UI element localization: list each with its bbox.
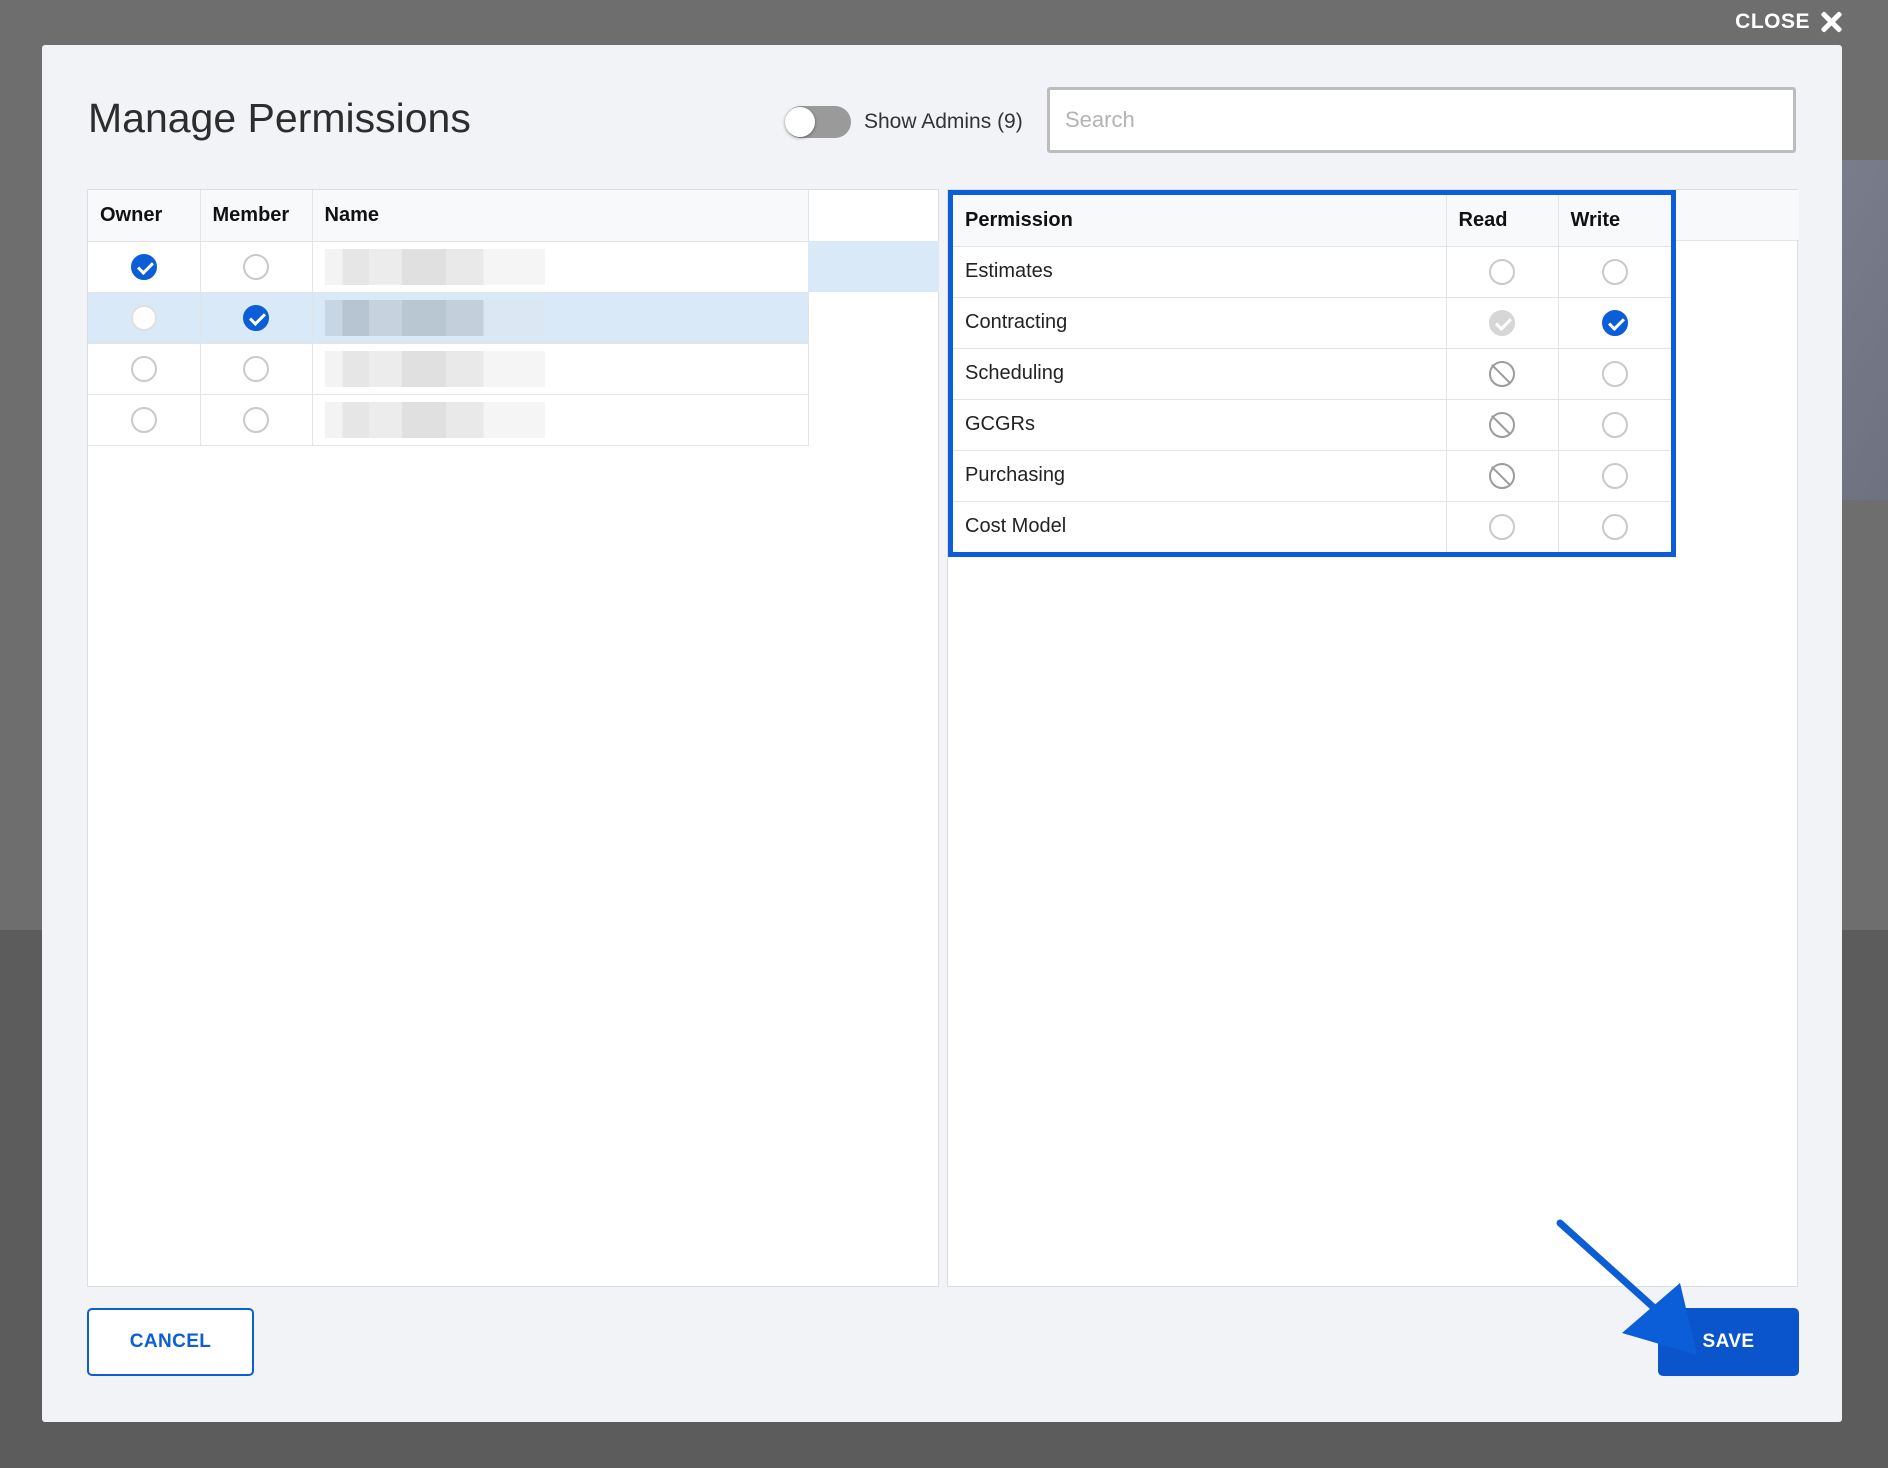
column-header-name[interactable]: Name (312, 190, 809, 242)
member-cell (200, 343, 313, 395)
owner-radio[interactable] (130, 253, 157, 280)
read-cell (1446, 501, 1559, 552)
member-cell (200, 292, 313, 344)
permission-name: Estimates (953, 246, 1447, 298)
read-radio[interactable] (1489, 462, 1515, 489)
owner-radio[interactable] (130, 406, 157, 433)
write-cell (1558, 450, 1671, 502)
users-table: Owner Member Name (88, 190, 809, 446)
permission-name: Scheduling (953, 348, 1447, 400)
read-radio[interactable] (1489, 411, 1515, 438)
member-radio[interactable] (243, 406, 269, 433)
permissions-header-row: Permission Read Write (953, 195, 1671, 247)
write-radio[interactable] (1601, 411, 1628, 438)
read-radio[interactable] (1489, 513, 1515, 540)
toggle-knob (785, 107, 815, 137)
user-row[interactable] (88, 292, 809, 344)
read-radio[interactable] (1489, 258, 1515, 285)
cancel-button[interactable]: CANCEL (87, 1308, 254, 1376)
column-header-write[interactable]: Write (1558, 195, 1671, 247)
permission-row: Scheduling (953, 348, 1671, 400)
permission-name: Purchasing (953, 450, 1447, 502)
read-cell (1446, 246, 1559, 298)
permission-name: GCGRs (953, 399, 1447, 451)
permission-row: Cost Model (953, 501, 1671, 552)
redacted-name (324, 248, 545, 285)
read-cell (1446, 450, 1559, 502)
permission-name: Cost Model (953, 501, 1447, 552)
owner-radio[interactable] (130, 355, 157, 382)
write-cell (1558, 501, 1671, 552)
user-row[interactable] (88, 394, 809, 446)
search-input[interactable] (1047, 87, 1796, 153)
write-radio[interactable] (1601, 258, 1628, 285)
owner-radio[interactable] (130, 304, 157, 331)
name-cell (312, 343, 809, 395)
member-cell (200, 241, 313, 293)
close-button[interactable]: CLOSE (1735, 10, 1842, 34)
permissions-panel: Permission Read Write Estimates Contracti… (947, 189, 1799, 1287)
users-header-row: Owner Member Name (88, 190, 809, 242)
close-label: CLOSE (1735, 10, 1810, 33)
column-header-permission[interactable]: Permission (953, 195, 1447, 247)
permission-row: Contracting (953, 297, 1671, 349)
users-panel: Owner Member Name (87, 189, 939, 1287)
write-cell (1558, 399, 1671, 451)
permissions-highlight-box: Permission Read Write Estimates Contracti… (948, 190, 1676, 557)
write-cell (1558, 348, 1671, 400)
read-cell (1446, 297, 1559, 349)
manage-permissions-modal: Manage Permissions Show Admins (9) Owner… (42, 45, 1842, 1422)
permission-row: Purchasing (953, 450, 1671, 502)
write-radio[interactable] (1601, 309, 1628, 336)
owner-cell (88, 394, 201, 446)
pointer-arrow-icon (1556, 1219, 1697, 1355)
permission-row: Estimates (953, 246, 1671, 298)
column-header-owner[interactable]: Owner (88, 190, 201, 242)
redacted-name (324, 299, 545, 336)
owner-cell (88, 292, 201, 344)
modal-title: Manage Permissions (88, 95, 471, 141)
redacted-name (324, 401, 545, 438)
member-cell (200, 394, 313, 446)
member-radio[interactable] (243, 253, 269, 280)
column-header-member[interactable]: Member (200, 190, 313, 242)
write-radio[interactable] (1601, 513, 1628, 540)
permission-row: GCGRs (953, 399, 1671, 451)
show-admins-toggle-group: Show Admins (9) (785, 106, 1023, 138)
member-radio[interactable] (243, 355, 269, 382)
user-row[interactable] (88, 343, 809, 395)
write-cell (1558, 246, 1671, 298)
write-radio[interactable] (1601, 462, 1628, 489)
show-admins-label: Show Admins (9) (864, 110, 1023, 133)
write-radio[interactable] (1601, 360, 1628, 387)
name-cell (312, 241, 809, 293)
read-radio[interactable] (1489, 360, 1515, 387)
permissions-table: Permission Read Write Estimates Contracti… (953, 195, 1671, 552)
user-row[interactable] (88, 241, 809, 293)
column-header-read[interactable]: Read (1446, 195, 1559, 247)
selected-row-extension (808, 241, 939, 292)
close-icon (1820, 11, 1842, 33)
owner-cell (88, 241, 201, 293)
read-radio[interactable] (1489, 309, 1515, 336)
write-cell (1558, 297, 1671, 349)
read-cell (1446, 399, 1559, 451)
owner-cell (88, 343, 201, 395)
redacted-name (324, 350, 545, 387)
permission-name: Contracting (953, 297, 1447, 349)
read-cell (1446, 348, 1559, 400)
member-radio[interactable] (243, 304, 269, 331)
show-admins-toggle[interactable] (785, 106, 851, 138)
name-cell (312, 292, 809, 344)
name-cell (312, 394, 809, 446)
